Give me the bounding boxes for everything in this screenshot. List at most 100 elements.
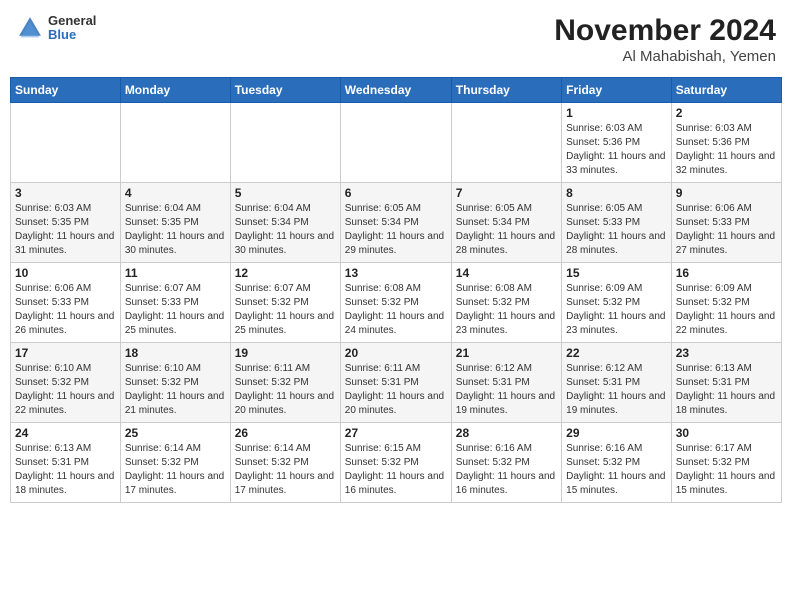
calendar-cell: 25 Sunrise: 6:14 AM Sunset: 5:32 PM Dayli… xyxy=(120,423,230,503)
calendar-cell: 3 Sunrise: 6:03 AM Sunset: 5:35 PM Daylig… xyxy=(11,183,121,263)
day-info: Sunrise: 6:05 AM Sunset: 5:33 PM Dayligh… xyxy=(566,202,667,258)
calendar-cell: 7 Sunrise: 6:05 AM Sunset: 5:34 PM Daylig… xyxy=(451,183,561,263)
calendar-cell: 9Sunrise: 6:06 AM Sunset: 5:33 PM Daylig… xyxy=(671,183,781,263)
day-info: Sunrise: 6:14 AM Sunset: 5:32 PM Dayligh… xyxy=(125,442,226,498)
calendar-cell: 14Sunrise: 6:08 AM Sunset: 5:32 PM Dayli… xyxy=(451,263,561,343)
day-number: 22 xyxy=(566,346,667,360)
calendar-header-row: SundayMondayTuesdayWednesdayThursdayFrid… xyxy=(11,78,782,103)
calendar-cell: 23 Sunrise: 6:13 AM Sunset: 5:31 PM Dayli… xyxy=(671,343,781,423)
calendar-cell: 17Sunrise: 6:10 AM Sunset: 5:32 PM Dayli… xyxy=(11,343,121,423)
calendar-cell xyxy=(340,103,451,183)
day-number: 10 xyxy=(15,266,116,280)
logo-line1: General xyxy=(48,14,96,28)
page-header: General Blue November 2024 Al Mahabishah… xyxy=(10,10,782,69)
calendar-cell: 30Sunrise: 6:17 AM Sunset: 5:32 PM Dayli… xyxy=(671,423,781,503)
calendar-table: SundayMondayTuesdayWednesdayThursdayFrid… xyxy=(10,77,782,503)
day-number: 29 xyxy=(566,426,667,440)
day-number: 12 xyxy=(235,266,336,280)
day-info: Sunrise: 6:13 AM Sunset: 5:31 PM Dayligh… xyxy=(676,362,777,418)
calendar-cell: 26 Sunrise: 6:14 AM Sunset: 5:32 PM Dayli… xyxy=(230,423,340,503)
day-number: 26 xyxy=(235,426,336,440)
calendar-cell: 2Sunrise: 6:03 AM Sunset: 5:36 PM Daylig… xyxy=(671,103,781,183)
calendar-week-row: 3 Sunrise: 6:03 AM Sunset: 5:35 PM Daylig… xyxy=(11,183,782,263)
day-of-week-header: Tuesday xyxy=(230,78,340,103)
day-info: Sunrise: 6:04 AM Sunset: 5:35 PM Dayligh… xyxy=(125,202,226,258)
day-number: 30 xyxy=(676,426,777,440)
day-info: Sunrise: 6:11 AM Sunset: 5:31 PM Dayligh… xyxy=(345,362,447,418)
calendar-cell xyxy=(11,103,121,183)
logo-line2: Blue xyxy=(48,28,96,42)
day-number: 27 xyxy=(345,426,447,440)
calendar-cell: 6Sunrise: 6:05 AM Sunset: 5:34 PM Daylig… xyxy=(340,183,451,263)
day-number: 8 xyxy=(566,186,667,200)
day-number: 1 xyxy=(566,106,667,120)
day-number: 2 xyxy=(676,106,777,120)
logo-text: General Blue xyxy=(48,14,96,43)
day-of-week-header: Monday xyxy=(120,78,230,103)
logo: General Blue xyxy=(16,14,96,43)
title-block: November 2024 Al Mahabishah, Yemen xyxy=(554,14,776,65)
day-number: 7 xyxy=(456,186,557,200)
calendar-cell: 22 Sunrise: 6:12 AM Sunset: 5:31 PM Dayli… xyxy=(562,343,672,423)
day-of-week-header: Saturday xyxy=(671,78,781,103)
day-info: Sunrise: 6:07 AM Sunset: 5:32 PM Dayligh… xyxy=(235,282,336,338)
day-info: Sunrise: 6:03 AM Sunset: 5:35 PM Dayligh… xyxy=(15,202,116,258)
day-number: 19 xyxy=(235,346,336,360)
calendar-cell: 24Sunrise: 6:13 AM Sunset: 5:31 PM Dayli… xyxy=(11,423,121,503)
calendar-cell: 12 Sunrise: 6:07 AM Sunset: 5:32 PM Dayli… xyxy=(230,263,340,343)
day-number: 6 xyxy=(345,186,447,200)
calendar-cell xyxy=(451,103,561,183)
day-info: Sunrise: 6:04 AM Sunset: 5:34 PM Dayligh… xyxy=(235,202,336,258)
calendar-cell: 1 Sunrise: 6:03 AM Sunset: 5:36 PM Daylig… xyxy=(562,103,672,183)
calendar-cell: 20 Sunrise: 6:11 AM Sunset: 5:31 PM Dayli… xyxy=(340,343,451,423)
day-info: Sunrise: 6:15 AM Sunset: 5:32 PM Dayligh… xyxy=(345,442,447,498)
day-info: Sunrise: 6:09 AM Sunset: 5:32 PM Dayligh… xyxy=(566,282,667,338)
day-info: Sunrise: 6:12 AM Sunset: 5:31 PM Dayligh… xyxy=(566,362,667,418)
day-info: Sunrise: 6:10 AM Sunset: 5:32 PM Dayligh… xyxy=(15,362,116,418)
calendar-cell: 4 Sunrise: 6:04 AM Sunset: 5:35 PM Daylig… xyxy=(120,183,230,263)
calendar-cell: 18 Sunrise: 6:10 AM Sunset: 5:32 PM Dayli… xyxy=(120,343,230,423)
logo-icon xyxy=(16,14,44,42)
day-info: Sunrise: 6:16 AM Sunset: 5:32 PM Dayligh… xyxy=(456,442,557,498)
day-number: 23 xyxy=(676,346,777,360)
day-number: 9 xyxy=(676,186,777,200)
day-number: 4 xyxy=(125,186,226,200)
day-number: 25 xyxy=(125,426,226,440)
day-of-week-header: Wednesday xyxy=(340,78,451,103)
day-info: Sunrise: 6:09 AM Sunset: 5:32 PM Dayligh… xyxy=(676,282,777,338)
day-number: 20 xyxy=(345,346,447,360)
day-info: Sunrise: 6:11 AM Sunset: 5:32 PM Dayligh… xyxy=(235,362,336,418)
calendar-cell: 5 Sunrise: 6:04 AM Sunset: 5:34 PM Daylig… xyxy=(230,183,340,263)
day-number: 15 xyxy=(566,266,667,280)
calendar-cell: 19 Sunrise: 6:11 AM Sunset: 5:32 PM Dayli… xyxy=(230,343,340,423)
calendar-cell: 21 Sunrise: 6:12 AM Sunset: 5:31 PM Dayli… xyxy=(451,343,561,423)
day-of-week-header: Thursday xyxy=(451,78,561,103)
day-info: Sunrise: 6:07 AM Sunset: 5:33 PM Dayligh… xyxy=(125,282,226,338)
day-info: Sunrise: 6:05 AM Sunset: 5:34 PM Dayligh… xyxy=(456,202,557,258)
day-number: 18 xyxy=(125,346,226,360)
day-info: Sunrise: 6:06 AM Sunset: 5:33 PM Dayligh… xyxy=(15,282,116,338)
calendar-cell: 8 Sunrise: 6:05 AM Sunset: 5:33 PM Daylig… xyxy=(562,183,672,263)
calendar-cell xyxy=(120,103,230,183)
calendar-cell: 29Sunrise: 6:16 AM Sunset: 5:32 PM Dayli… xyxy=(562,423,672,503)
calendar-week-row: 10 Sunrise: 6:06 AM Sunset: 5:33 PM Dayli… xyxy=(11,263,782,343)
calendar-week-row: 17Sunrise: 6:10 AM Sunset: 5:32 PM Dayli… xyxy=(11,343,782,423)
day-number: 21 xyxy=(456,346,557,360)
day-info: Sunrise: 6:12 AM Sunset: 5:31 PM Dayligh… xyxy=(456,362,557,418)
calendar-subtitle: Al Mahabishah, Yemen xyxy=(554,48,776,65)
day-info: Sunrise: 6:10 AM Sunset: 5:32 PM Dayligh… xyxy=(125,362,226,418)
calendar-cell: 16 Sunrise: 6:09 AM Sunset: 5:32 PM Dayli… xyxy=(671,263,781,343)
day-info: Sunrise: 6:13 AM Sunset: 5:31 PM Dayligh… xyxy=(15,442,116,498)
day-info: Sunrise: 6:03 AM Sunset: 5:36 PM Dayligh… xyxy=(566,122,667,178)
calendar-cell: 15 Sunrise: 6:09 AM Sunset: 5:32 PM Dayli… xyxy=(562,263,672,343)
day-number: 11 xyxy=(125,266,226,280)
day-number: 5 xyxy=(235,186,336,200)
day-number: 3 xyxy=(15,186,116,200)
day-info: Sunrise: 6:08 AM Sunset: 5:32 PM Dayligh… xyxy=(345,282,447,338)
day-info: Sunrise: 6:14 AM Sunset: 5:32 PM Dayligh… xyxy=(235,442,336,498)
calendar-title: November 2024 xyxy=(554,14,776,48)
calendar-cell: 10 Sunrise: 6:06 AM Sunset: 5:33 PM Dayli… xyxy=(11,263,121,343)
day-number: 16 xyxy=(676,266,777,280)
day-of-week-header: Sunday xyxy=(11,78,121,103)
day-info: Sunrise: 6:08 AM Sunset: 5:32 PM Dayligh… xyxy=(456,282,557,338)
